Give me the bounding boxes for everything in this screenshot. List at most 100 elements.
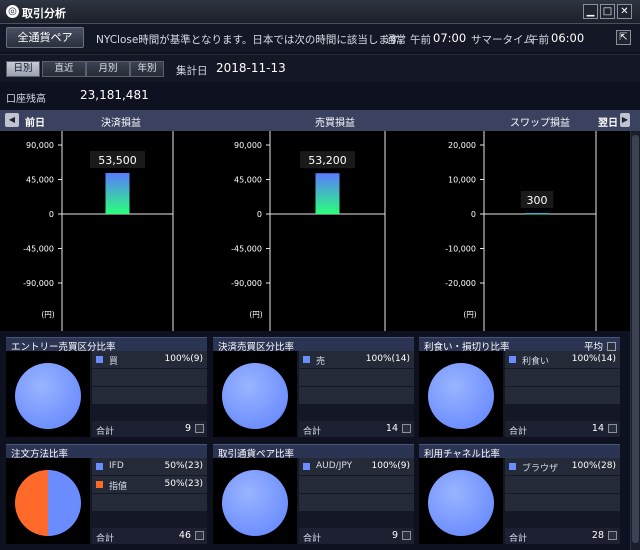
detail-icon[interactable] [608, 531, 617, 540]
panel-header: 決済売買区分比率 [213, 337, 414, 353]
currency-pair-ratio-panel: 取引通貨ペア比率 AUD/JPY 100%(9) 合計 9 [213, 444, 414, 544]
detail-icon[interactable] [402, 531, 411, 540]
legend-row [299, 369, 414, 387]
profit-loss-cut-ratio-panel: 利食い・損切り比率 平均 利食い 100%(14) 合計 14 [419, 337, 620, 437]
pie-svg [15, 363, 81, 429]
next-day-arrow-icon[interactable]: ▶ [620, 113, 630, 127]
legend-swatch [509, 356, 516, 363]
total-label: 合計 [509, 534, 528, 544]
pie-chart [6, 458, 90, 544]
total-label: 合計 [303, 534, 322, 544]
window-titlebar: ◎ 取引分析 ▁ □ ✕ [0, 0, 640, 24]
legend-row: AUD/JPY 100%(9) [299, 458, 414, 476]
chart-section-header: ◀ 前日 決済損益 売買損益 スワップ損益 翌日 ▶ [0, 110, 640, 131]
pie-slice [428, 470, 494, 536]
prev-day-arrow-icon[interactable]: ◀ [5, 113, 19, 127]
legend-row [92, 387, 207, 405]
summer-ampm: 午前 [528, 34, 549, 46]
period-row: 日別 直近 月別 年別 集計日 2018-11-13 [0, 54, 640, 82]
legend-row [505, 387, 620, 405]
balance-label: 口座残高 [6, 94, 46, 105]
scrollbar-thumb[interactable] [632, 135, 639, 543]
detail-icon[interactable] [608, 424, 617, 433]
ratio-legend: IFD 50%(23) 指値 50%(23) 合計 46 [92, 458, 207, 544]
legend-swatch [509, 463, 516, 470]
legend-row: 指値 50%(23) [92, 476, 207, 494]
y-tick-label: 0 [49, 210, 54, 219]
close-button[interactable]: ✕ [617, 4, 632, 19]
ratio-legend: 売 100%(14) 合計 14 [299, 351, 414, 437]
y-tick-label: -45,000 [231, 245, 262, 254]
balance-value: 23,181,481 [80, 88, 149, 102]
tab-daily[interactable]: 日別 [6, 61, 40, 77]
pie-slice [222, 470, 288, 536]
standard-time-label: 通常 [385, 34, 406, 46]
detail-icon[interactable] [402, 424, 411, 433]
total-label: 合計 [509, 427, 528, 437]
legend-name: 指値 [109, 482, 128, 492]
total-value: 14 [591, 423, 604, 434]
ratio-legend: 買 100%(9) 合計 9 [92, 351, 207, 437]
popout-icon[interactable]: ⇱ [616, 30, 631, 45]
legend-name: AUD/JPY [316, 461, 353, 471]
prev-day-link[interactable]: 前日 [25, 114, 45, 129]
aggregate-date-value: 2018-11-13 [216, 61, 286, 75]
tab-recent[interactable]: 直近 [42, 61, 86, 77]
legend-percent: 100%(28) [571, 461, 616, 471]
panel-header: 利用チャネル比率 [419, 444, 620, 460]
summer-time-label: サマータイム [471, 34, 534, 46]
legend-row [505, 476, 620, 494]
pie-chart [213, 351, 297, 437]
total-value: 28 [591, 530, 604, 541]
y-tick-label: -45,000 [23, 245, 54, 254]
pie-svg [428, 363, 494, 429]
tab-monthly[interactable]: 月別 [86, 61, 130, 77]
pie-svg [428, 470, 494, 536]
legend-swatch [96, 356, 103, 363]
total-row: 合計 46 [92, 528, 207, 544]
detail-icon[interactable] [195, 531, 204, 540]
minimize-button[interactable]: ▁ [583, 4, 598, 19]
header-row: 全通貨ペア NYClose時間が基準となります。日本では次の時間に該当します。 … [0, 24, 640, 52]
channel-ratio-panel: 利用チャネル比率ブラウザ 100%(28) 合計 28 [419, 444, 620, 544]
panel-header: 利食い・損切り比率 平均 [419, 337, 620, 353]
total-label: 合計 [96, 534, 115, 544]
y-tick-label: 90,000 [26, 141, 54, 150]
tab-yearly[interactable]: 年別 [130, 61, 164, 77]
y-tick-label: 0 [471, 210, 476, 219]
y-unit-label: (円) [463, 310, 476, 319]
y-tick-label: -90,000 [23, 279, 54, 288]
legend-row [299, 387, 414, 405]
next-day-link[interactable]: 翌日 [598, 114, 618, 129]
legend-name: 売 [316, 357, 326, 367]
legend-percent: 50%(23) [164, 479, 203, 489]
pie-slice [222, 363, 288, 429]
currency-pair-button[interactable]: 全通貨ペア [6, 27, 84, 48]
standard-ampm: 午前 [410, 34, 431, 46]
legend-row [299, 476, 414, 494]
vertical-scrollbar[interactable] [630, 131, 640, 550]
y-tick-label: 45,000 [26, 176, 54, 185]
legend-swatch [96, 481, 103, 488]
y-tick-label: -10,000 [445, 245, 476, 254]
legend-name: ブラウザ [522, 464, 559, 474]
settlement-side-ratio-panel: 決済売買区分比率売 100%(14) 合計 14 [213, 337, 414, 437]
legend-name: IFD [109, 461, 124, 471]
legend-percent: 100%(9) [371, 461, 410, 471]
summer-time-value: 06:00 [551, 31, 585, 45]
total-value: 46 [178, 530, 191, 541]
total-label: 合計 [303, 427, 322, 437]
chart-header-trading: 売買損益 [315, 118, 355, 129]
pie-slice [48, 470, 81, 536]
restore-button[interactable]: □ [600, 4, 615, 19]
panel-header: エントリー売買区分比率 [6, 337, 207, 353]
pie-svg [15, 470, 81, 536]
legend-row: 売 100%(14) [299, 351, 414, 369]
average-checkbox[interactable] [607, 342, 616, 351]
standard-time-value: 07:00 [433, 31, 467, 45]
order-method-ratio-panel: 注文方法比率 IFD 50%(23) 指値 50%(23) 合計 46 [6, 444, 207, 544]
nyclose-note: NYClose時間が基準となります。日本では次の時間に該当します。 [96, 34, 409, 46]
total-value: 14 [385, 423, 398, 434]
legend-name: 利食い [522, 357, 550, 367]
detail-icon[interactable] [195, 424, 204, 433]
